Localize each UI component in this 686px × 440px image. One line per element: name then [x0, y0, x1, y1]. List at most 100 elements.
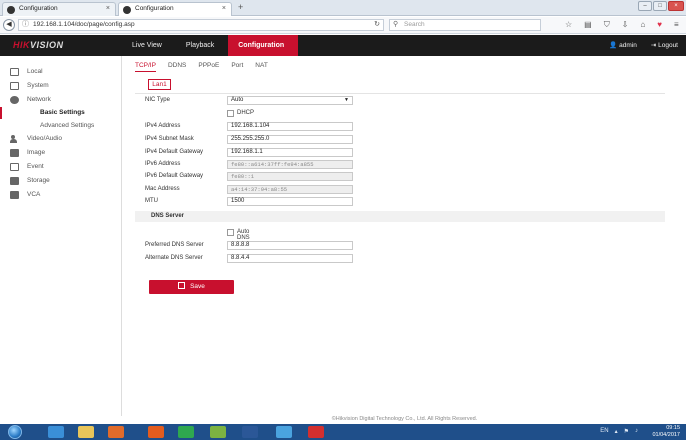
nav-live-view[interactable]: Live View	[122, 35, 176, 56]
firefox-taskbar-icon[interactable]	[148, 426, 164, 438]
search-placeholder: Search	[404, 21, 425, 28]
sidebar-sub-basic-settings[interactable]: Basic Settings	[40, 107, 85, 119]
mac-address-label: Mac Address	[145, 186, 180, 192]
ie-taskbar-icon[interactable]	[48, 426, 64, 438]
alternate-dns-label: Alternate DNS Server	[145, 255, 203, 261]
browser-tab-strip: Configuration × Configuration × + – □ ×	[0, 0, 686, 16]
pocket-icon[interactable]: ♥	[657, 20, 662, 30]
alternate-dns-field[interactable]: 8.8.4.4	[227, 254, 353, 263]
sidebar-item-network[interactable]: Network	[10, 94, 51, 106]
network-subtabs: TCP/IP DDNS PPPoE Port NAT	[135, 62, 268, 72]
reading-list-icon[interactable]: ▤	[584, 20, 592, 30]
copyright-footer: ©Hikvision Digital Technology Co., Ltd. …	[331, 416, 478, 422]
home-icon[interactable]: ⌂	[640, 20, 645, 30]
ipv6-address-label: IPv6 Address	[145, 161, 181, 167]
browser-tab[interactable]: Configuration ×	[2, 2, 116, 16]
ipv4-gateway-label: IPv4 Default Gateway	[145, 149, 204, 155]
logout-icon: ⇥	[650, 42, 657, 49]
browser-navbar: ◀ ⓘ 192.168.1.104/doc/page/config.asp ↻ …	[0, 17, 686, 34]
network-taskbar-icon[interactable]	[276, 426, 292, 438]
dhcp-checkbox[interactable]	[227, 110, 234, 117]
ipv4-gateway-field[interactable]: 192.168.1.1	[227, 148, 353, 157]
clock[interactable]: 09:15 01/04/2017	[652, 425, 680, 439]
tray-arrow-icon[interactable]: ▴	[615, 428, 618, 435]
menu-icon[interactable]: ≡	[674, 20, 679, 30]
sidebar-item-video-audio[interactable]: Video/Audio	[10, 133, 62, 145]
sidebar-item-local[interactable]: Local	[10, 66, 43, 78]
mtu-field[interactable]: 1500	[227, 197, 353, 206]
tab-close-icon[interactable]: ×	[222, 5, 226, 12]
main-content: TCP/IP DDNS PPPoE Port NAT Lan1 NIC Type…	[123, 56, 686, 422]
tab-pppoe[interactable]: PPPoE	[198, 62, 219, 72]
mac-address-field: a4:14:37:94:a8:55	[227, 185, 353, 194]
tab-tcp-ip[interactable]: TCP/IP	[135, 62, 156, 72]
save-button[interactable]: Save	[149, 280, 234, 294]
chrome-taskbar-icon[interactable]	[178, 426, 194, 438]
sidebar-item-vca[interactable]: VCA	[10, 189, 40, 201]
shield-icon[interactable]: ⛉	[604, 20, 610, 30]
logout-button[interactable]: ⇥ Logout	[651, 35, 678, 56]
auto-dns-label: Auto DNS	[237, 229, 250, 241]
user-account[interactable]: 👤 admin	[609, 35, 637, 56]
nic-type-select[interactable]: Auto ▼	[227, 96, 353, 105]
start-button[interactable]	[8, 425, 22, 439]
ipv4-address-label: IPv4 Address	[145, 123, 181, 129]
ipv4-mask-label: IPv4 Subnet Mask	[145, 136, 194, 142]
url-text: 192.168.1.104/doc/page/config.asp	[33, 21, 135, 28]
save-icon	[178, 282, 186, 289]
minimize-button[interactable]: –	[638, 1, 652, 11]
mtu-label: MTU	[145, 198, 158, 204]
main-nav: Live View Playback Configuration	[122, 35, 299, 56]
reload-icon[interactable]: ↻	[374, 20, 380, 30]
pdf-taskbar-icon[interactable]	[308, 426, 324, 438]
browser-toolbar-icons: ☆ ▤ ⛉ ⇩ ⌂ ♥ ≡	[565, 20, 679, 30]
close-window-button[interactable]: ×	[668, 1, 684, 11]
ipv6-gateway-label: IPv6 Default Gateway	[145, 173, 204, 179]
language-indicator[interactable]: EN	[600, 428, 608, 435]
search-input[interactable]: ⚲ Search	[389, 19, 541, 31]
app-taskbar-icon[interactable]	[210, 426, 226, 438]
sidebar-item-system[interactable]: System	[10, 80, 49, 92]
tab-ddns[interactable]: DDNS	[168, 62, 186, 72]
nav-configuration[interactable]: Configuration	[228, 35, 299, 56]
download-icon[interactable]: ⇩	[622, 20, 629, 30]
globe-icon	[10, 96, 19, 104]
event-icon	[10, 163, 19, 171]
browser-tab-active[interactable]: Configuration ×	[118, 2, 232, 16]
preferred-dns-label: Preferred DNS Server	[145, 242, 204, 248]
browser-tab-title: Configuration	[135, 5, 174, 12]
sidebar-item-event[interactable]: Event	[10, 161, 44, 173]
media-taskbar-icon[interactable]	[108, 426, 124, 438]
auto-dns-checkbox[interactable]	[227, 229, 234, 236]
word-taskbar-icon[interactable]	[242, 426, 258, 438]
system-icon	[10, 82, 19, 90]
sidebar-item-image[interactable]: Image	[10, 147, 45, 159]
hikvision-logo: HIKVISION	[13, 40, 64, 50]
ipv4-address-field[interactable]: 192.168.1.104	[227, 122, 353, 131]
sidebar-item-storage[interactable]: Storage	[10, 175, 50, 187]
sidebar-sub-advanced-settings[interactable]: Advanced Settings	[40, 120, 94, 132]
tab-nat[interactable]: NAT	[255, 62, 268, 72]
maximize-button[interactable]: □	[653, 1, 667, 11]
volume-icon[interactable]: ♪	[635, 428, 638, 435]
window-controls: – □ ×	[638, 1, 684, 11]
info-icon[interactable]: ⓘ	[22, 20, 29, 30]
camera-favicon-icon	[7, 6, 15, 14]
back-arrow-icon[interactable]: ◀	[3, 19, 15, 31]
user-icon: 👤	[609, 42, 618, 49]
flag-icon[interactable]: ⚑	[624, 428, 629, 435]
explorer-taskbar-icon[interactable]	[78, 426, 94, 438]
monitor-icon	[10, 68, 19, 76]
lan1-button[interactable]: Lan1	[148, 79, 171, 90]
windows-taskbar: EN ▴ ⚑ ♪ 09:15 01/04/2017	[0, 424, 686, 440]
ipv4-mask-field[interactable]: 255.255.255.0	[227, 135, 353, 144]
preferred-dns-field[interactable]: 8.8.8.8	[227, 241, 353, 250]
camera-favicon-icon	[123, 6, 131, 14]
url-bar[interactable]: ⓘ 192.168.1.104/doc/page/config.asp ↻	[18, 19, 384, 31]
tab-port[interactable]: Port	[231, 62, 243, 72]
image-icon	[10, 149, 19, 157]
bookmark-star-icon[interactable]: ☆	[565, 20, 572, 30]
tab-close-icon[interactable]: ×	[106, 5, 110, 12]
nav-playback[interactable]: Playback	[176, 35, 228, 56]
new-tab-button[interactable]: +	[238, 2, 243, 12]
